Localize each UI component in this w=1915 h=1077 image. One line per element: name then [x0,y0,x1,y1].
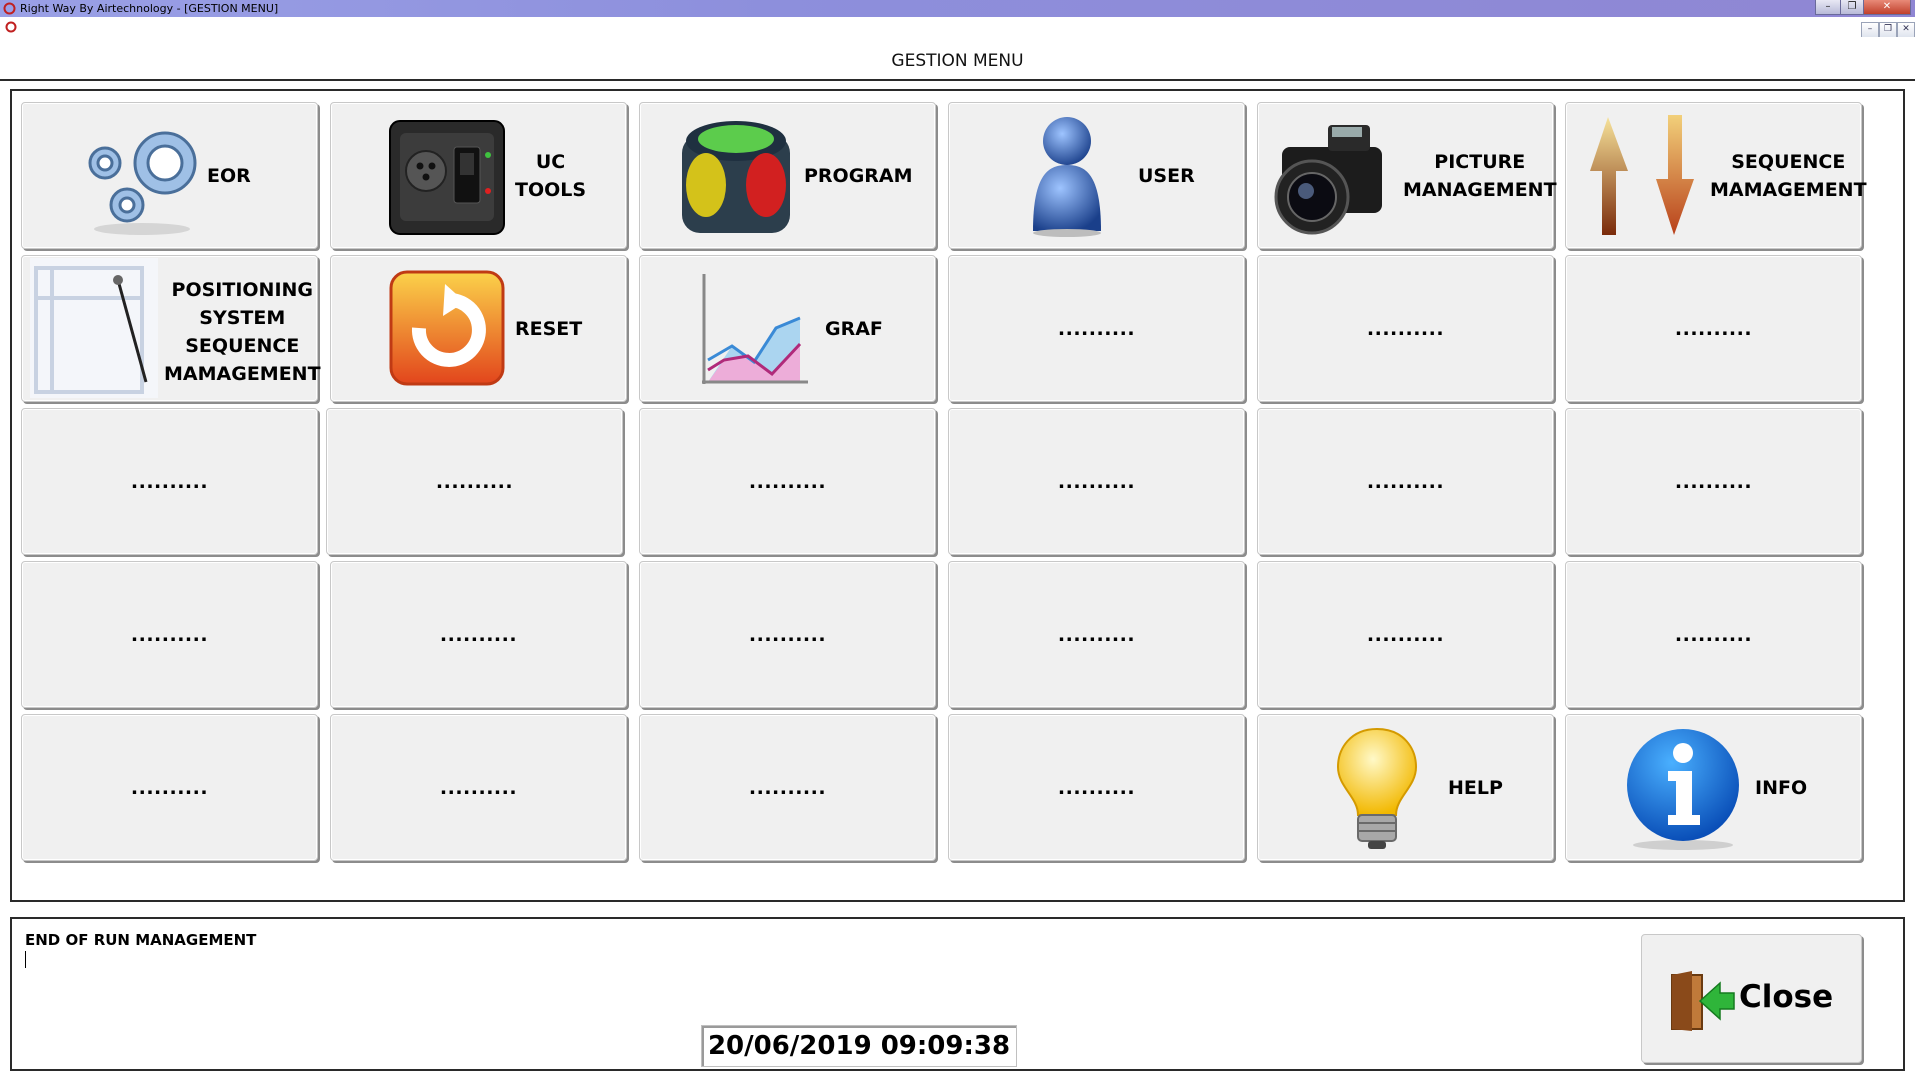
placeholder-label: .......... [435,471,514,493]
placeholder-label: .......... [1366,318,1445,340]
uc-tools-label-line1: UC [535,151,566,173]
empty-button-r5c2[interactable]: .......... [330,714,627,861]
picture-label-line2: MANAGEMENT [1403,179,1557,201]
placeholder-label: .......... [1674,471,1753,493]
placeholder-label: .......... [130,624,209,646]
status-panel: END OF RUN MANAGEMENT 20/06/2019 09:09:3… [10,917,1905,1071]
reset-button[interactable]: RESET [330,255,627,402]
eor-button[interactable]: EOR [21,102,318,249]
close-button-label: Close [1739,979,1834,1015]
graph-icon [702,274,808,384]
empty-button-r2c5[interactable]: .......... [1257,255,1554,402]
text-caret [25,951,26,968]
sequence-management-button[interactable]: SEQUENCE MAMAGEMENT [1565,102,1867,249]
app-icon [3,2,16,15]
mdi-restore-button[interactable]: ❐ [1879,22,1897,38]
page-header: GESTION MENU [0,37,1915,81]
empty-button-r4c3[interactable]: .......... [639,561,936,708]
empty-button-r3c6[interactable]: .......... [1565,408,1862,555]
reset-icon [389,270,505,386]
graf-button[interactable]: GRAF [639,255,936,402]
info-button[interactable]: INFO [1565,714,1862,861]
empty-button-r4c1[interactable]: .......... [21,561,318,708]
empty-button-r4c6[interactable]: .......... [1565,561,1862,708]
page-title: GESTION MENU [891,51,1024,71]
cube-icon [682,121,790,233]
sequence-label-line1: SEQUENCE [1731,151,1846,173]
help-label: HELP [1448,777,1503,799]
positioning-label-line2: SYSTEM [199,307,286,329]
empty-button-r4c2[interactable]: .......... [330,561,627,708]
empty-button-r2c4[interactable]: .......... [948,255,1245,402]
reset-label: RESET [515,318,583,340]
placeholder-label: .......... [439,624,518,646]
empty-button-r5c3[interactable]: .......... [639,714,936,861]
empty-button-r3c4[interactable]: .......... [948,408,1245,555]
camera-icon [1274,125,1382,235]
empty-button-r3c2[interactable]: .......... [326,408,623,555]
empty-button-r5c1[interactable]: .......... [21,714,318,861]
window-close-button[interactable]: ✕ [1863,0,1911,15]
eor-label: EOR [207,165,251,187]
user-button[interactable]: USER [948,102,1245,249]
placeholder-label: .......... [1057,318,1136,340]
datetime-display: 20/06/2019 09:09:38 [701,1025,1017,1067]
placeholder-label: .......... [748,777,827,799]
user-icon [1033,117,1101,237]
positioning-system-button[interactable]: POSITIONING SYSTEM SEQUENCE MAMAGEMENT [21,255,321,402]
positioning-label-line1: POSITIONING [171,279,314,301]
picture-label-line1: PICTURE [1434,151,1526,173]
empty-button-r5c4[interactable]: .......... [948,714,1245,861]
user-label: USER [1138,165,1195,187]
placeholder-label: .......... [748,471,827,493]
window-title: Right Way By Airtechnology - [GESTION ME… [20,2,279,15]
uc-tools-button[interactable]: UC TOOLS [330,102,627,249]
lightbulb-icon [1336,727,1418,849]
placeholder-label: .......... [1057,624,1136,646]
uc-tools-label-line2: TOOLS [515,179,587,201]
graf-label: GRAF [825,318,883,340]
placeholder-label: .......... [130,777,209,799]
info-label: INFO [1755,777,1808,799]
empty-button-r4c5[interactable]: .......... [1257,561,1554,708]
positioning-label-line4: MAMAGEMENT [164,363,321,385]
window-minimize-button[interactable]: – [1815,0,1841,15]
positioning-frame-icon [30,258,158,398]
placeholder-label: .......... [1057,471,1136,493]
program-label: PROGRAM [804,165,913,187]
help-button[interactable]: HELP [1257,714,1554,861]
placeholder-label: .......... [1674,624,1753,646]
gears-icon [88,131,197,235]
menu-panel: EOR UC TOOLS PROGRAM USER PICTURE MANAGE… [10,89,1905,902]
placeholder-label: .......... [1366,471,1445,493]
mdi-child-icon[interactable] [5,21,17,33]
empty-button-r3c5[interactable]: .......... [1257,408,1554,555]
exit-door-icon [1671,971,1735,1031]
window-maximize-button[interactable]: ❐ [1840,0,1864,15]
program-button[interactable]: PROGRAM [639,102,936,249]
up-down-arrows-icon [1590,115,1694,235]
close-button[interactable]: Close [1641,934,1862,1063]
mdi-minimize-button[interactable]: – [1861,22,1879,38]
control-box-icon [389,120,505,235]
status-text: END OF RUN MANAGEMENT [25,931,257,949]
info-icon [1627,729,1739,850]
placeholder-label: .......... [1366,624,1445,646]
sequence-label-line2: MAMAGEMENT [1710,179,1867,201]
empty-button-r4c4[interactable]: .......... [948,561,1245,708]
picture-management-button[interactable]: PICTURE MANAGEMENT [1257,102,1557,249]
empty-button-r3c3[interactable]: .......... [639,408,936,555]
empty-button-r2c6[interactable]: .......... [1565,255,1862,402]
placeholder-label: .......... [439,777,518,799]
positioning-label-line3: SEQUENCE [185,335,300,357]
mdi-close-button[interactable]: ✕ [1897,22,1915,38]
placeholder-label: .......... [748,624,827,646]
window-titlebar: Right Way By Airtechnology - [GESTION ME… [0,0,1915,17]
placeholder-label: .......... [1057,777,1136,799]
placeholder-label: .......... [1674,318,1753,340]
mdi-menustrip: – ❐ ✕ [0,17,1915,38]
empty-button-r3c1[interactable]: .......... [21,408,318,555]
placeholder-label: .......... [130,471,209,493]
